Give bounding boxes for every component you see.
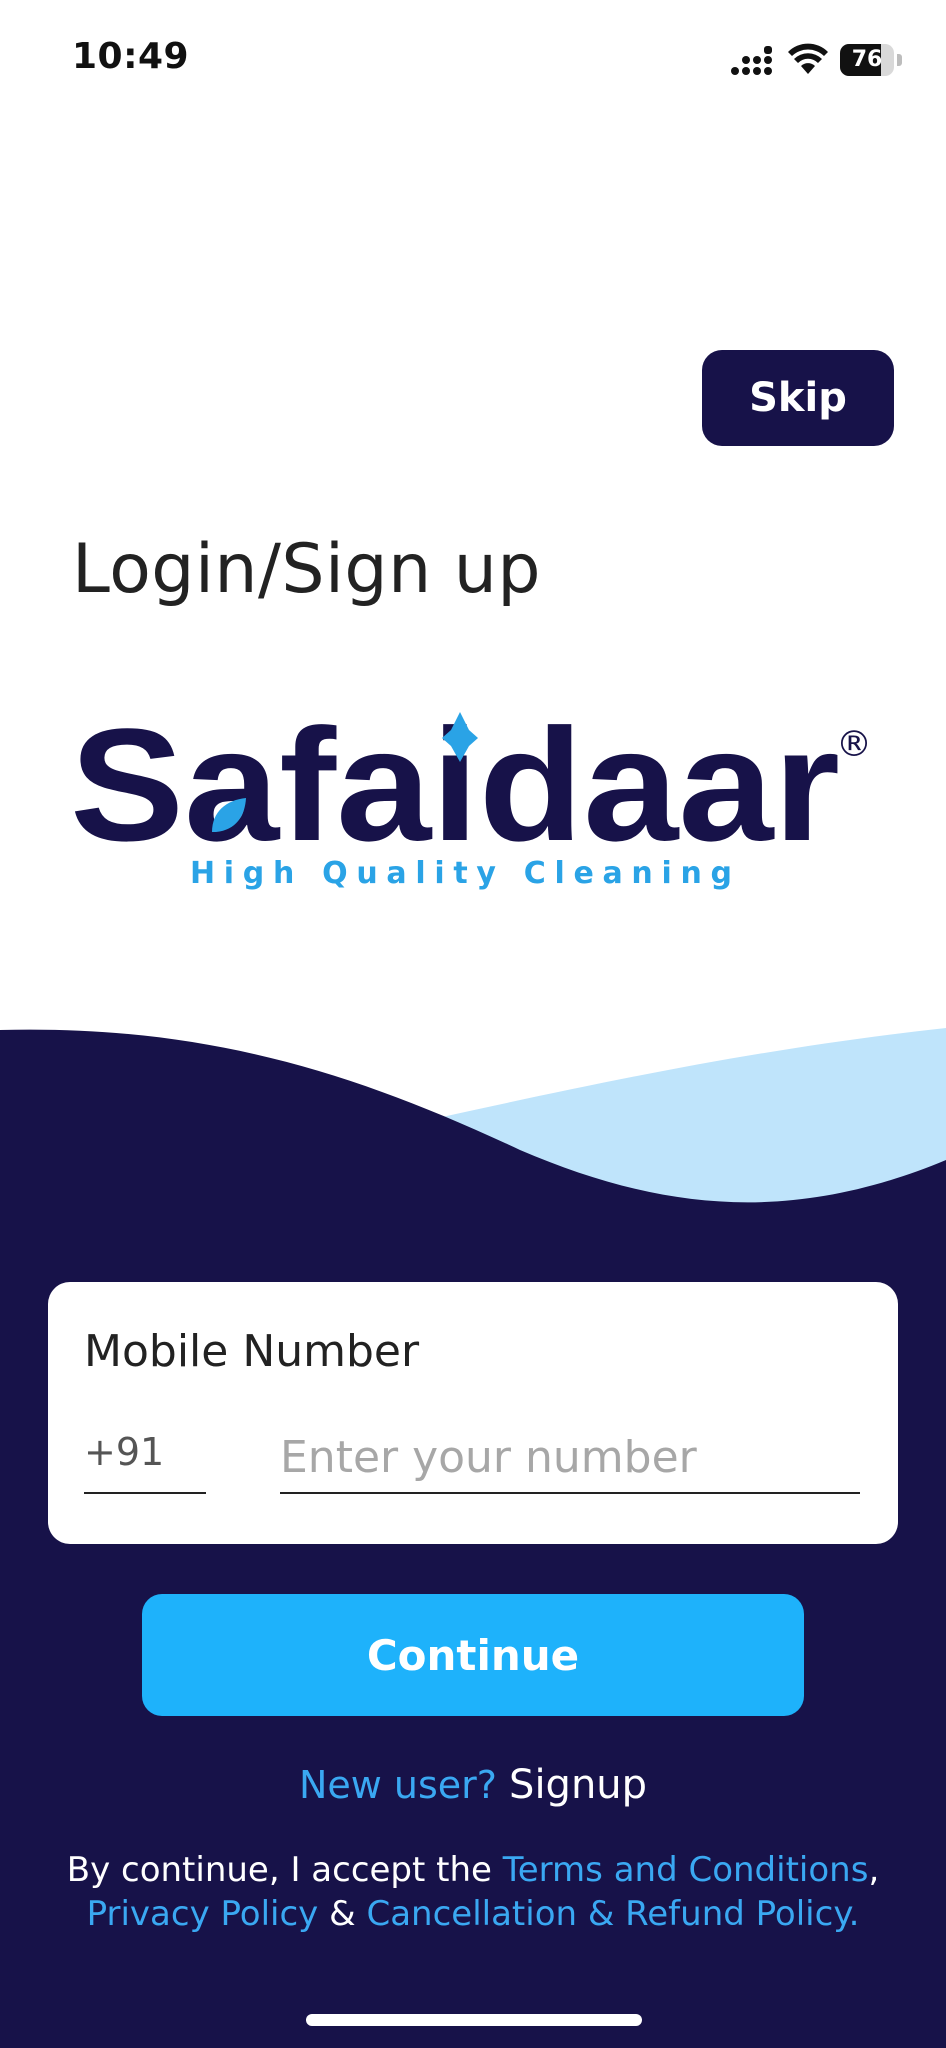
wifi-icon	[788, 43, 828, 74]
skip-button[interactable]: Skip	[702, 350, 894, 446]
registered-mark: ®	[836, 724, 872, 765]
new-user-text: New user?	[298, 1763, 497, 1807]
terms-notice: By continue, I accept the Terms and Cond…	[0, 1848, 946, 1936]
battery-body: 76	[840, 44, 894, 76]
signup-prompt: New user? Signup	[0, 1758, 946, 1812]
terms-ampersand: &	[318, 1894, 367, 1934]
battery-level: 76	[851, 47, 883, 72]
home-indicator[interactable]	[306, 2014, 642, 2026]
page-title: Login/Sign up	[72, 530, 542, 609]
refund-policy-link[interactable]: Cancellation & Refund Policy.	[366, 1894, 859, 1934]
terms-comma: ,	[868, 1850, 880, 1890]
country-code-field[interactable]: +91	[84, 1422, 206, 1494]
signal-icon	[731, 46, 772, 75]
signup-link[interactable]: Signup	[509, 1762, 647, 1808]
terms-and-conditions-link[interactable]: Terms and Conditions	[503, 1850, 869, 1890]
brand-logo: Safaidaar ® High Quality Cleaning	[70, 700, 872, 891]
mobile-number-card: Mobile Number +91	[48, 1282, 898, 1544]
continue-button[interactable]: Continue	[142, 1594, 804, 1716]
privacy-policy-link[interactable]: Privacy Policy	[87, 1894, 319, 1934]
mobile-number-input[interactable]	[280, 1422, 860, 1494]
battery-icon: 76	[840, 44, 902, 76]
battery-cap	[897, 54, 902, 66]
status-time: 10:49	[72, 36, 190, 77]
login-screen: 10:49 76 Skip Login/Sign up Safaidaar ® …	[0, 0, 946, 2048]
status-bar: 10:49 76	[0, 0, 946, 120]
country-code-value: +91	[84, 1430, 165, 1474]
terms-prefix: By continue, I accept the	[66, 1850, 503, 1890]
mobile-number-label: Mobile Number	[84, 1326, 420, 1377]
